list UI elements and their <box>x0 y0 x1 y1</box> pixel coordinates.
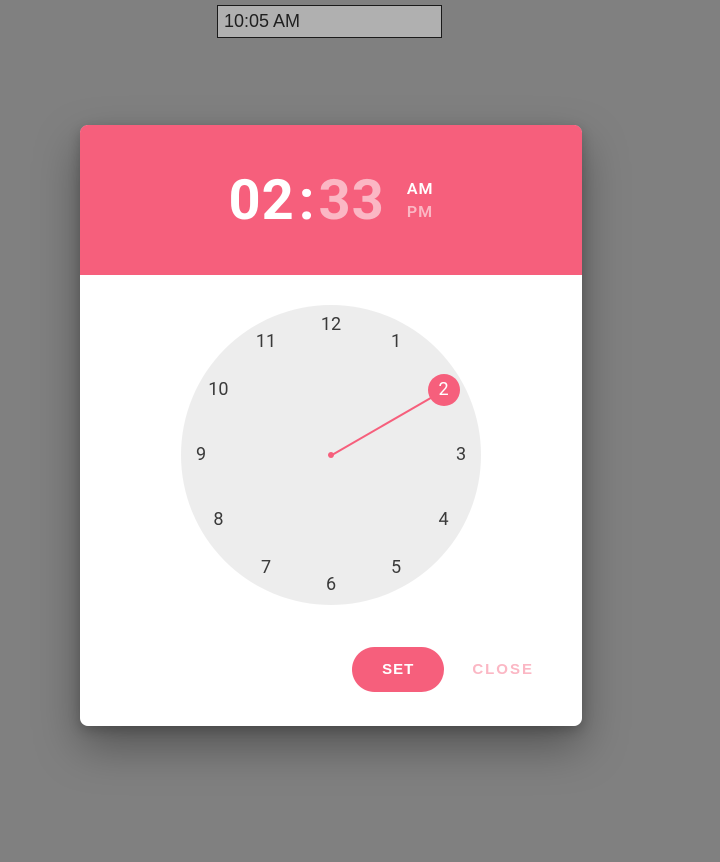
picker-footer: SET CLOSE <box>80 629 582 726</box>
pm-option[interactable]: PM <box>407 200 434 223</box>
set-button[interactable]: SET <box>352 647 444 692</box>
clock-face[interactable]: 12 12 3 45 6 78 9 10 11 <box>181 305 481 605</box>
close-button[interactable]: CLOSE <box>472 661 534 678</box>
ampm-toggle: AM PM <box>407 177 434 223</box>
clock-hand[interactable] <box>332 393 439 456</box>
clock-hour-4[interactable]: 4 <box>428 504 460 536</box>
time-display: 02 : 33 AM PM <box>229 167 434 233</box>
clock-hour-9[interactable]: 9 <box>185 439 217 471</box>
picker-header: 02 : 33 AM PM <box>80 125 582 275</box>
time-picker-dialog: 02 : 33 AM PM 12 12 3 45 6 78 9 10 11 SET CLOSE <box>80 125 582 726</box>
clock-hour-11[interactable]: 11 <box>250 326 282 358</box>
clock-hour-12[interactable]: 12 <box>315 309 347 341</box>
hours-display[interactable]: 02 <box>229 167 295 233</box>
clock-hour-6[interactable]: 6 <box>315 569 347 601</box>
picker-body: 12 12 3 45 6 78 9 10 11 <box>80 275 582 629</box>
am-option[interactable]: AM <box>407 177 434 200</box>
clock-pivot <box>328 452 334 458</box>
clock-hour-8[interactable]: 8 <box>202 504 234 536</box>
clock-hour-2[interactable]: 2 <box>428 374 460 406</box>
clock-hour-10[interactable]: 10 <box>202 374 234 406</box>
time-input[interactable] <box>217 5 442 38</box>
minutes-display[interactable]: 33 <box>319 167 385 233</box>
clock-hour-5[interactable]: 5 <box>380 552 412 584</box>
clock-hour-1[interactable]: 1 <box>380 326 412 358</box>
clock-hour-3[interactable]: 3 <box>445 439 477 471</box>
clock-hour-7[interactable]: 7 <box>250 552 282 584</box>
time-colon: : <box>295 167 319 233</box>
